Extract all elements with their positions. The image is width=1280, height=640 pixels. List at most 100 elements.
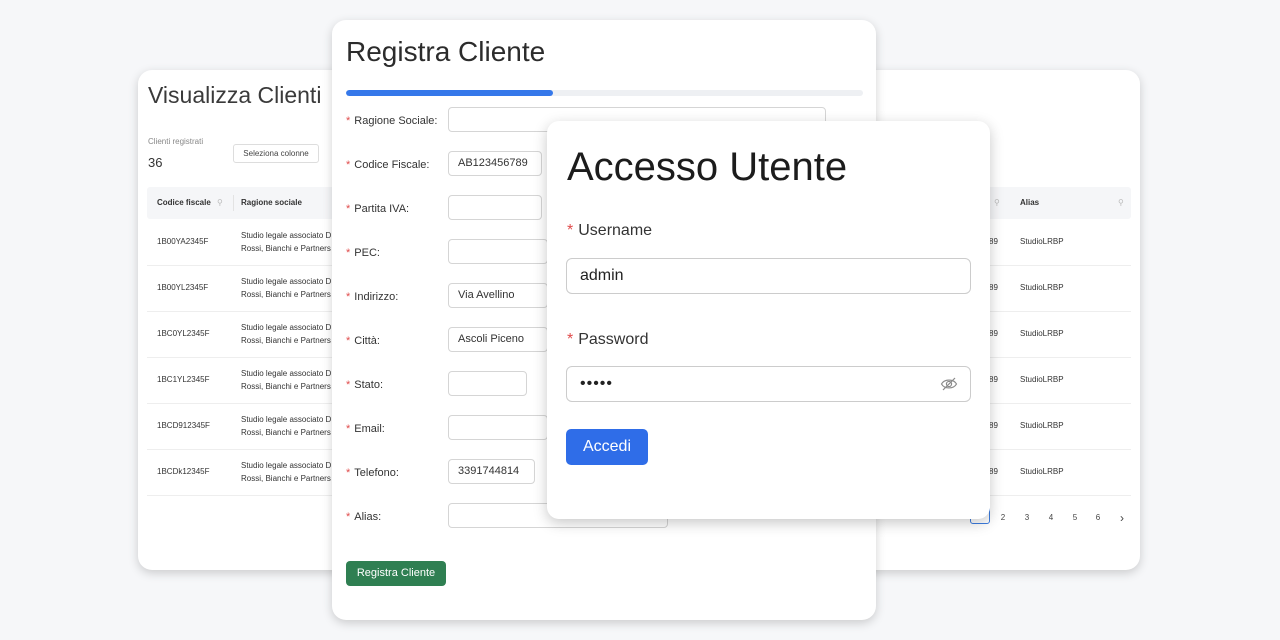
column-label: Codice fiscale	[157, 198, 211, 207]
cell-codice-fiscale: 1BC1YL2345F	[157, 375, 210, 384]
citta-input[interactable]: Ascoli Piceno	[448, 327, 548, 352]
cell-alias: StudioLRBP	[1020, 421, 1064, 430]
registered-label: Clienti registrati	[148, 137, 204, 146]
required-marker: *	[346, 379, 351, 391]
codice-fiscale-input[interactable]: AB123456789	[448, 151, 542, 176]
cell-partial-value: 89	[989, 329, 998, 338]
cell-alias: StudioLRBP	[1020, 375, 1064, 384]
cell-ragione-sociale: Studio legale associato D Rossi, Bianchi …	[241, 459, 333, 485]
column-header-alias[interactable]: Alias ⚲	[1020, 187, 1130, 219]
email-input[interactable]	[448, 415, 548, 440]
field-label-text: PEC	[354, 247, 377, 259]
required-marker: *	[346, 291, 351, 303]
page-3-link[interactable]: 3	[1018, 508, 1036, 528]
login-panel: Accesso Utente * Username admin * Password…	[547, 121, 990, 519]
stato-input[interactable]	[448, 371, 527, 396]
pec-input[interactable]	[448, 239, 548, 264]
required-marker: *	[567, 222, 574, 239]
search-icon[interactable]: ⚲	[1118, 187, 1124, 219]
page-6-link[interactable]: 6	[1089, 508, 1107, 528]
registration-progress-fill	[346, 90, 553, 96]
partita-iva-input[interactable]	[448, 195, 542, 220]
cell-alias: StudioLRBP	[1020, 329, 1064, 338]
required-marker: *	[346, 203, 351, 215]
password-input[interactable]: •••••	[566, 366, 971, 402]
ragione-sociale-line-2: Rossi, Bianchi e Partners	[241, 336, 331, 345]
cell-partial-value: 89	[989, 375, 998, 384]
required-marker: *	[346, 115, 351, 127]
cell-ragione-sociale: Studio legale associato D Rossi, Bianchi …	[241, 367, 333, 393]
field-label-text: Città	[354, 335, 377, 347]
cell-alias: StudioLRBP	[1020, 237, 1064, 246]
column-label: Alias	[1020, 198, 1040, 207]
cell-partial-value: 89	[989, 421, 998, 430]
clients-title: Visualizza Clienti	[148, 82, 322, 108]
required-marker: *	[346, 247, 351, 259]
stato-label: * Stato:	[346, 379, 384, 391]
field-label-text: Telefono	[354, 467, 396, 479]
ragione-sociale-label: * Ragione Sociale:	[346, 115, 438, 127]
telefono-input[interactable]: 3391744814	[448, 459, 535, 484]
column-header-codice-fiscale[interactable]: Codice fiscale ⚲	[157, 187, 233, 219]
field-label-text: Partita IVA	[354, 203, 407, 215]
search-icon[interactable]: ⚲	[994, 187, 1000, 219]
username-label: * Username	[567, 222, 652, 240]
column-header-ragione-sociale[interactable]: Ragione sociale	[241, 187, 331, 219]
required-marker: *	[346, 335, 351, 347]
password-value: •••••	[580, 375, 614, 392]
cell-codice-fiscale: 1B00YL2345F	[157, 283, 209, 292]
register-client-button[interactable]: Registra Cliente	[346, 561, 446, 586]
ragione-sociale-line-1: Studio legale associato D	[241, 323, 332, 332]
cell-alias: StudioLRBP	[1020, 283, 1064, 292]
field-label-text: Ragione Sociale	[354, 115, 435, 127]
ragione-sociale-line-2: Rossi, Bianchi e Partners	[241, 474, 331, 483]
cell-ragione-sociale: Studio legale associato D Rossi, Bianchi …	[241, 275, 333, 301]
ragione-sociale-line-2: Rossi, Bianchi e Partners	[241, 290, 331, 299]
username-label-text: Username	[578, 222, 653, 239]
pec-label: * PEC:	[346, 247, 380, 259]
page-4-link[interactable]: 4	[1042, 508, 1060, 528]
cell-codice-fiscale: 1B00YA2345F	[157, 237, 209, 246]
ragione-sociale-line-1: Studio legale associato D	[241, 461, 332, 470]
ragione-sociale-line-1: Studio legale associato D	[241, 231, 332, 240]
registration-progress-bar	[346, 90, 863, 96]
login-title: Accesso Utente	[567, 145, 848, 189]
indirizzo-label: * Indirizzo:	[346, 291, 399, 303]
chevron-right-icon[interactable]: ›	[1113, 508, 1131, 528]
required-marker: *	[567, 331, 574, 348]
ragione-sociale-line-1: Studio legale associato D	[241, 277, 332, 286]
cell-partial-value: 89	[989, 237, 998, 246]
page-5-link[interactable]: 5	[1066, 508, 1084, 528]
password-label: * Password	[567, 331, 648, 349]
citta-label: * Città:	[346, 335, 380, 347]
field-label-text: Indirizzo	[354, 291, 396, 303]
cell-ragione-sociale: Studio legale associato D Rossi, Bianchi …	[241, 321, 333, 347]
cell-codice-fiscale: 1BCDk12345F	[157, 467, 210, 476]
indirizzo-input[interactable]: Via Avellino	[448, 283, 548, 308]
field-label-text: Stato	[354, 379, 380, 391]
codice-fiscale-label: * Codice Fiscale:	[346, 159, 430, 171]
ragione-sociale-line-1: Studio legale associato D	[241, 415, 332, 424]
select-columns-button[interactable]: Seleziona colonne	[233, 144, 319, 163]
eye-slash-icon[interactable]	[940, 376, 958, 392]
required-marker: *	[346, 467, 351, 479]
ragione-sociale-line-1: Studio legale associato D	[241, 369, 332, 378]
cell-codice-fiscale: 1BCD912345F	[157, 421, 210, 430]
alias-label: * Alias:	[346, 511, 382, 523]
search-icon[interactable]: ⚲	[217, 187, 223, 219]
column-search-button[interactable]: ⚲	[994, 187, 1008, 219]
cell-codice-fiscale: 1BC0YL2345F	[157, 329, 210, 338]
username-input[interactable]: admin	[566, 258, 971, 294]
ragione-sociale-line-2: Rossi, Bianchi e Partners	[241, 244, 331, 253]
email-label: * Email:	[346, 423, 385, 435]
required-marker: *	[346, 159, 351, 171]
ragione-sociale-line-2: Rossi, Bianchi e Partners	[241, 428, 331, 437]
page-2-link[interactable]: 2	[994, 508, 1012, 528]
cell-partial-value: 89	[989, 467, 998, 476]
field-label-text: Codice Fiscale	[354, 159, 427, 171]
login-button[interactable]: Accedi	[566, 429, 648, 465]
cell-partial-value: 89	[989, 283, 998, 292]
telefono-label: * Telefono:	[346, 467, 399, 479]
field-label-text: Email	[354, 423, 382, 435]
cell-alias: StudioLRBP	[1020, 467, 1064, 476]
